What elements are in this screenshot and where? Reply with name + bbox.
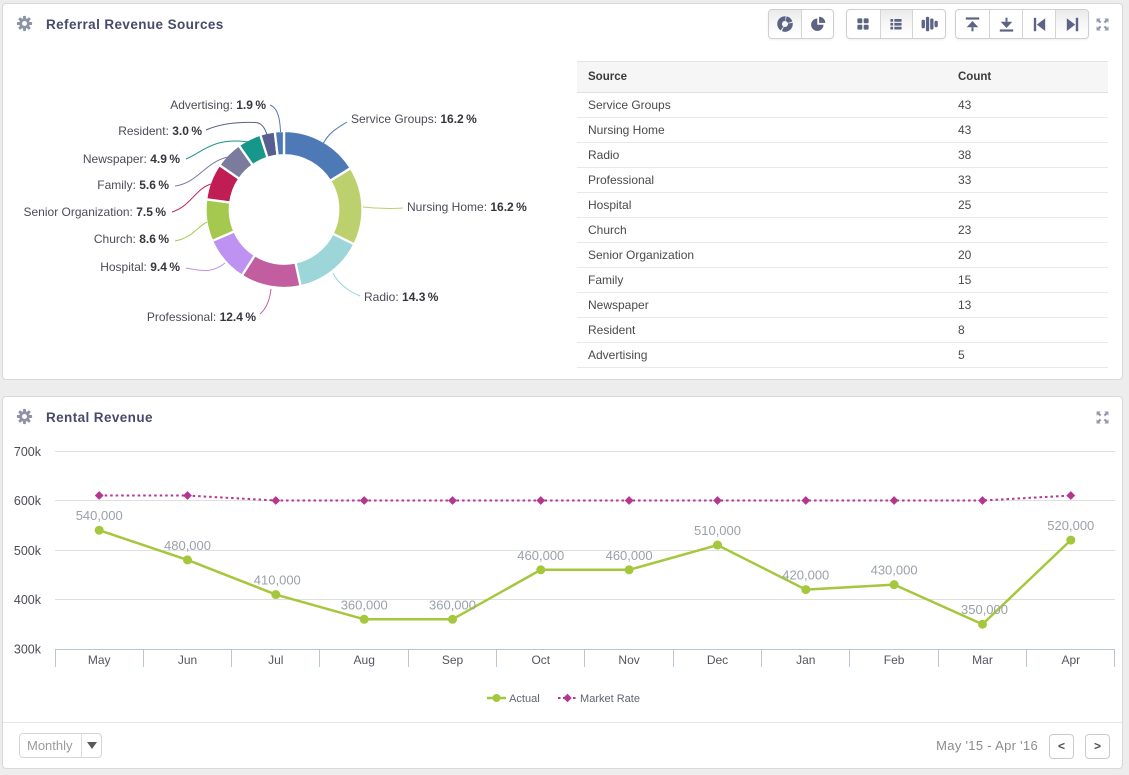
svg-text:Oct: Oct <box>531 653 550 667</box>
svg-text:Feb: Feb <box>884 653 905 667</box>
svg-text:Apr: Apr <box>1061 653 1080 667</box>
svg-text:300k: 300k <box>14 643 42 657</box>
svg-text:700k: 700k <box>14 445 42 459</box>
svg-text:Nov: Nov <box>618 653 639 667</box>
svg-text:510,000: 510,000 <box>694 523 741 538</box>
svg-text:Aug: Aug <box>354 653 375 667</box>
svg-text:480,000: 480,000 <box>164 538 211 553</box>
svg-text:360,000: 360,000 <box>429 597 476 612</box>
svg-text:460,000: 460,000 <box>606 548 653 563</box>
svg-text:600k: 600k <box>14 494 42 508</box>
svg-text:360,000: 360,000 <box>341 597 388 612</box>
svg-text:Dec: Dec <box>707 653 728 667</box>
svg-text:Jun: Jun <box>178 653 197 667</box>
svg-text:430,000: 430,000 <box>871 563 918 578</box>
svg-text:520,000: 520,000 <box>1047 518 1094 533</box>
svg-text:420,000: 420,000 <box>782 568 829 583</box>
svg-text:Mar: Mar <box>972 653 993 667</box>
svg-text:May: May <box>88 653 111 667</box>
svg-text:460,000: 460,000 <box>517 548 564 563</box>
svg-text:410,000: 410,000 <box>254 573 301 588</box>
svg-text:400k: 400k <box>14 593 42 607</box>
svg-text:Jul: Jul <box>268 653 283 667</box>
svg-text:540,000: 540,000 <box>76 508 123 523</box>
svg-text:500k: 500k <box>14 544 42 558</box>
svg-text:Sep: Sep <box>442 653 464 667</box>
svg-text:Jan: Jan <box>796 653 815 667</box>
svg-text:350,000: 350,000 <box>961 602 1008 617</box>
